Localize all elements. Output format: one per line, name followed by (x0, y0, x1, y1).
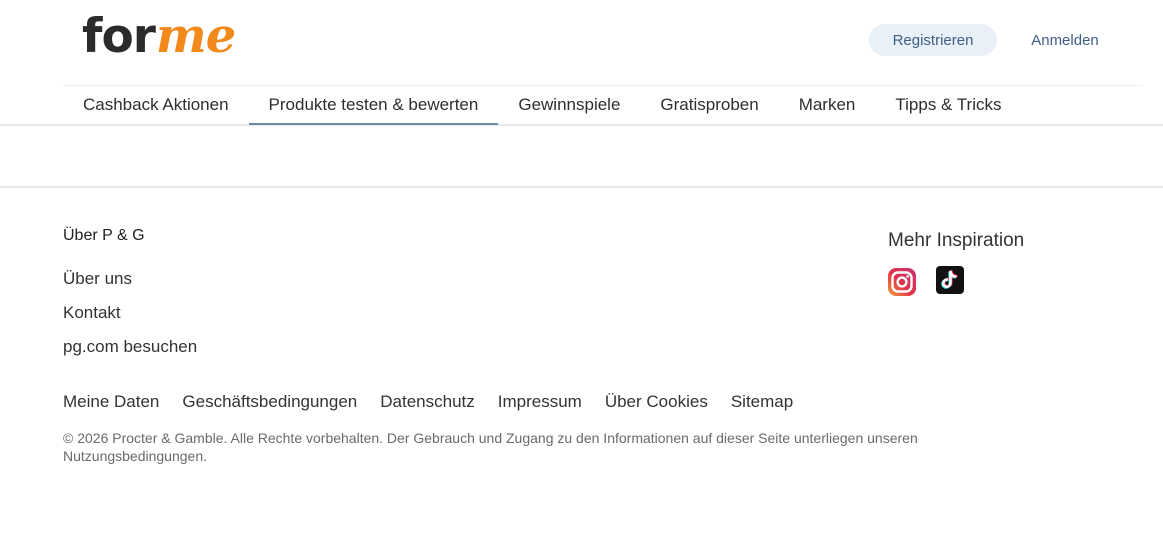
instagram-icon[interactable] (887, 265, 917, 297)
nav-item-tipps-tricks[interactable]: Tipps & Tricks (875, 86, 1021, 124)
inspiration-title: Mehr Inspiration (888, 230, 1025, 251)
footer-link-datenschutz[interactable]: Datenschutz (380, 392, 475, 412)
footer-link-ueber-uns[interactable]: Über uns (63, 266, 197, 300)
copyright-text: © 2026 Procter & Gamble. Alle Rechte vor… (63, 430, 918, 464)
footer-link-kontakt[interactable]: Kontakt (63, 300, 197, 334)
footer-legal-links: Meine Daten Geschäftsbedingungen Datensc… (63, 392, 816, 412)
social-links (887, 265, 965, 297)
footer-heading-about: Über P & G (63, 227, 145, 244)
footer-about-links: Über uns Kontakt pg.com besuchen (63, 266, 197, 368)
page: for me Registrieren Anmelden Cashback Ak… (0, 0, 1163, 542)
footer-link-pg-com[interactable]: pg.com besuchen (63, 334, 197, 368)
logo-text-me: me (155, 8, 236, 64)
footer-link-sitemap[interactable]: Sitemap (731, 392, 793, 412)
forme-logo[interactable]: for me (82, 6, 236, 66)
footer-link-geschaeftsbedingungen[interactable]: Geschäftsbedingungen (182, 392, 357, 412)
nav-item-cashback[interactable]: Cashback Aktionen (63, 86, 249, 124)
footer-link-ueber-cookies[interactable]: Über Cookies (605, 392, 708, 412)
nav-item-gratisproben[interactable]: Gratisproben (640, 86, 778, 124)
register-button[interactable]: Registrieren (869, 24, 997, 56)
login-button[interactable]: Anmelden (1014, 24, 1116, 56)
nav-item-produkte-testen[interactable]: Produkte testen & bewerten (248, 86, 499, 125)
main-nav: Cashback Aktionen Produkte testen & bewe… (63, 86, 1021, 125)
site-header: for me Registrieren Anmelden Cashback Ak… (0, 0, 1163, 126)
footer-link-meine-daten[interactable]: Meine Daten (63, 392, 159, 412)
footer-divider (0, 186, 1163, 188)
tiktok-icon[interactable] (935, 265, 965, 295)
nav-item-gewinnspiele[interactable]: Gewinnspiele (498, 86, 640, 124)
nav-item-marken[interactable]: Marken (779, 86, 876, 124)
footer-link-impressum[interactable]: Impressum (498, 392, 582, 412)
logo-text-for: for (82, 9, 156, 64)
